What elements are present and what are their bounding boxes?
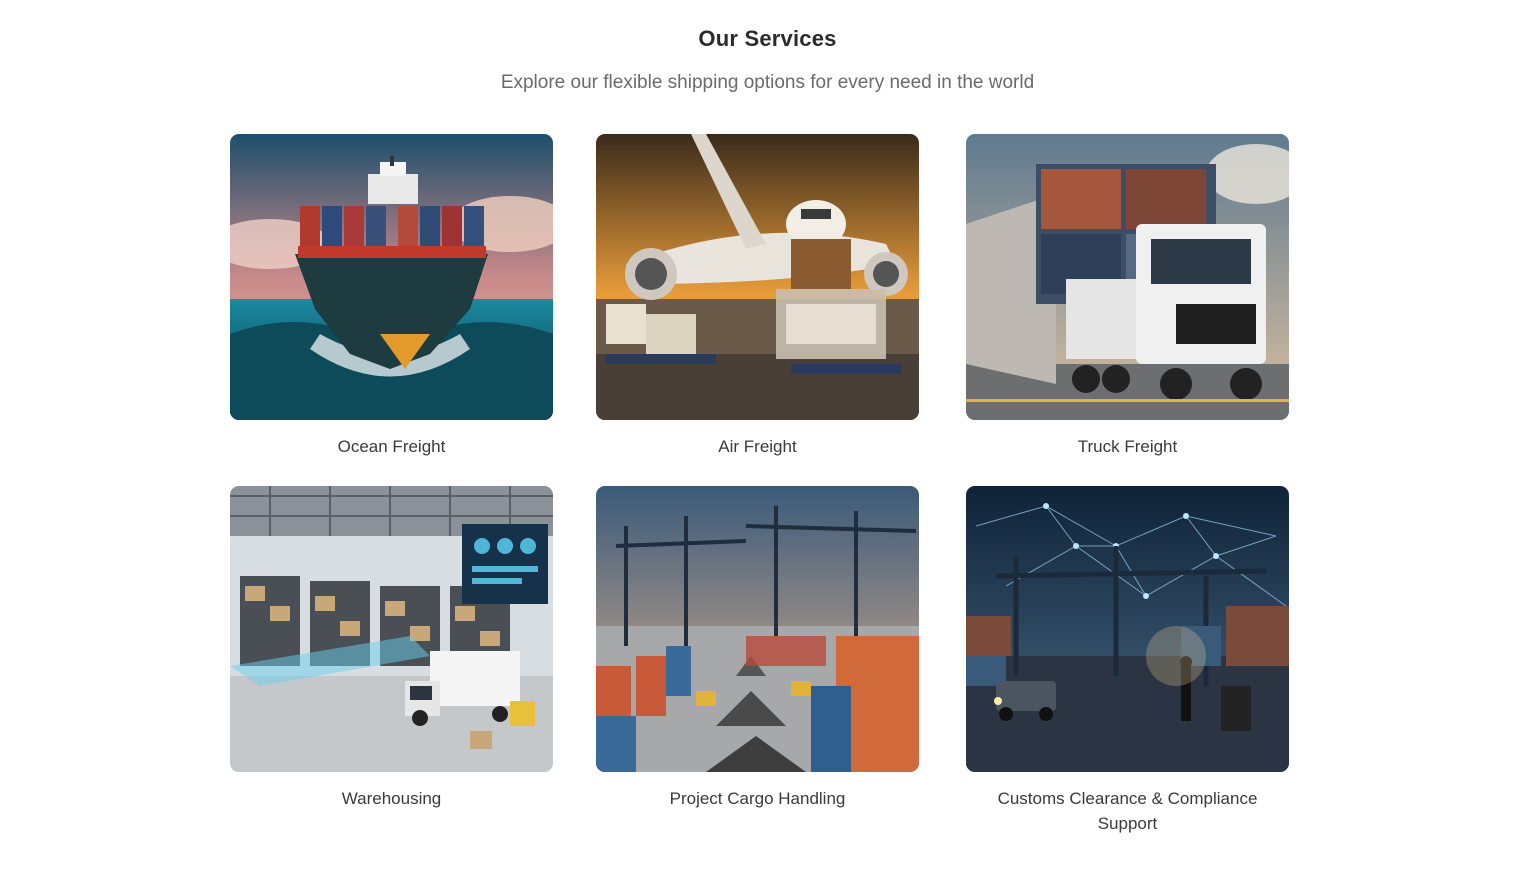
section-title: Our Services bbox=[698, 26, 837, 51]
service-label: Ocean Freight bbox=[337, 437, 446, 456]
service-label: Customs Clearance & Compliance Support bbox=[997, 789, 1258, 833]
cargo-plane-image[interactable] bbox=[596, 134, 919, 420]
services-section: Our Services Explore our flexible shippi… bbox=[0, 0, 1535, 870]
service-card-project-cargo[interactable]: Project Cargo Handling bbox=[596, 486, 919, 811]
service-label: Warehousing bbox=[341, 789, 442, 808]
service-card-ocean-freight[interactable]: Ocean Freight bbox=[230, 134, 553, 459]
service-label: Truck Freight bbox=[1077, 437, 1178, 456]
port-cranes-image[interactable] bbox=[596, 486, 919, 772]
section-subtitle: Explore our flexible shipping options fo… bbox=[500, 72, 1035, 93]
digital-port-image[interactable] bbox=[966, 486, 1289, 772]
truck-image[interactable] bbox=[966, 134, 1289, 420]
warehouse-image[interactable] bbox=[230, 486, 553, 772]
service-card-customs-clearance[interactable]: Customs Clearance & Compliance Support bbox=[966, 486, 1289, 836]
service-card-truck-freight[interactable]: Truck Freight bbox=[966, 134, 1289, 459]
service-card-warehousing[interactable]: Warehousing bbox=[230, 486, 553, 811]
service-label: Air Freight bbox=[718, 437, 797, 456]
container-ship-image[interactable] bbox=[230, 134, 553, 420]
service-card-air-freight[interactable]: Air Freight bbox=[596, 134, 919, 459]
service-label: Project Cargo Handling bbox=[669, 789, 846, 808]
